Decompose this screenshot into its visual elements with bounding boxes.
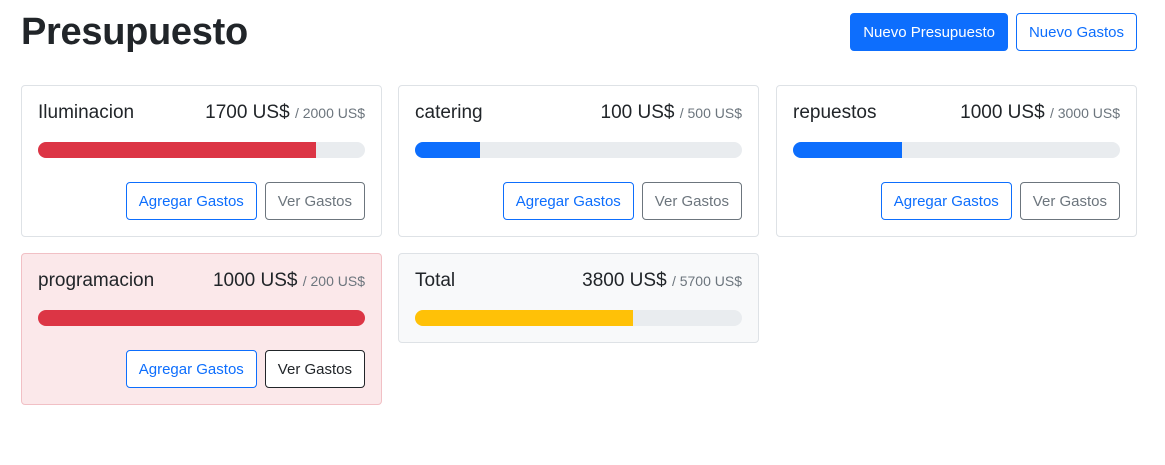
view-expenses-button[interactable]: Ver Gastos — [1019, 182, 1120, 220]
budget-max: / 2000 US$ — [294, 105, 365, 121]
budget-card: Iluminacion 1700 US$ / 2000 US$ Agregar … — [21, 85, 382, 237]
budget-card-header: repuestos 1000 US$ / 3000 US$ — [793, 102, 1120, 130]
budget-page: Presupuesto Nuevo Presupuesto Nuevo Gast… — [0, 0, 1165, 465]
total-name: Total — [415, 270, 456, 291]
budget-amount: 1700 US$ / 2000 US$ — [205, 102, 365, 124]
budget-progress-bar — [793, 142, 902, 158]
total-amount: 3800 US$ / 5700 US$ — [582, 270, 742, 292]
budget-progress — [415, 142, 742, 158]
page-title: Presupuesto — [21, 10, 248, 53]
budget-amount: 1000 US$ / 200 US$ — [213, 270, 365, 292]
view-expenses-button[interactable]: Ver Gastos — [264, 182, 365, 220]
budget-progress — [793, 142, 1120, 158]
add-expense-button[interactable]: Agregar Gastos — [125, 350, 257, 388]
budget-spent: 1000 US$ — [960, 102, 1045, 123]
budget-amount: 1000 US$ / 3000 US$ — [960, 102, 1120, 124]
budget-amount: 100 US$ / 500 US$ — [601, 102, 743, 124]
add-expense-button[interactable]: Agregar Gastos — [125, 182, 257, 220]
budget-progress-bar — [38, 310, 365, 326]
budget-spent: 1700 US$ — [205, 102, 290, 123]
budget-card-actions: Agregar Gastos Ver Gastos — [793, 182, 1120, 220]
view-expenses-button[interactable]: Ver Gastos — [264, 350, 365, 388]
total-progress-bar — [415, 310, 633, 326]
budget-progress-bar — [38, 142, 316, 158]
budget-card: catering 100 US$ / 500 US$ Agregar Gasto… — [398, 85, 759, 237]
budget-card-over-limit: programacion 1000 US$ / 200 US$ Agregar … — [21, 253, 382, 405]
header-actions: Nuevo Presupuesto Nuevo Gastos — [850, 13, 1137, 51]
budget-card-actions: Agregar Gastos Ver Gastos — [38, 182, 365, 220]
budget-name: programacion — [38, 270, 155, 291]
budget-max: / 500 US$ — [679, 105, 742, 121]
budget-max: / 200 US$ — [302, 273, 365, 289]
budget-progress — [38, 310, 365, 326]
budget-name: catering — [415, 102, 483, 123]
budget-spent: 100 US$ — [600, 102, 675, 123]
new-budget-button[interactable]: Nuevo Presupuesto — [850, 13, 1008, 51]
budget-progress — [38, 142, 365, 158]
page-header: Presupuesto Nuevo Presupuesto Nuevo Gast… — [21, 0, 1137, 68]
total-max: / 5700 US$ — [671, 273, 742, 289]
budget-max: / 3000 US$ — [1049, 105, 1120, 121]
budget-progress-bar — [415, 142, 481, 158]
budget-name: Iluminacion — [38, 102, 135, 123]
budget-card-header: Iluminacion 1700 US$ / 2000 US$ — [38, 102, 365, 130]
budget-card-actions: Agregar Gastos Ver Gastos — [38, 350, 365, 388]
budget-card-header: catering 100 US$ / 500 US$ — [415, 102, 742, 130]
budget-card: repuestos 1000 US$ / 3000 US$ Agregar Ga… — [776, 85, 1137, 237]
new-expenses-button[interactable]: Nuevo Gastos — [1015, 13, 1137, 51]
total-spent: 3800 US$ — [582, 270, 667, 291]
budget-card-actions: Agregar Gastos Ver Gastos — [415, 182, 742, 220]
add-expense-button[interactable]: Agregar Gastos — [502, 182, 634, 220]
add-expense-button[interactable]: Agregar Gastos — [880, 182, 1012, 220]
total-card: Total 3800 US$ / 5700 US$ — [398, 253, 759, 343]
budget-card-header: programacion 1000 US$ / 200 US$ — [38, 270, 365, 298]
total-card-header: Total 3800 US$ / 5700 US$ — [415, 270, 742, 298]
total-progress — [415, 310, 742, 326]
budget-spent: 1000 US$ — [212, 270, 298, 291]
budget-name: repuestos — [793, 102, 877, 123]
view-expenses-button[interactable]: Ver Gastos — [641, 182, 742, 220]
